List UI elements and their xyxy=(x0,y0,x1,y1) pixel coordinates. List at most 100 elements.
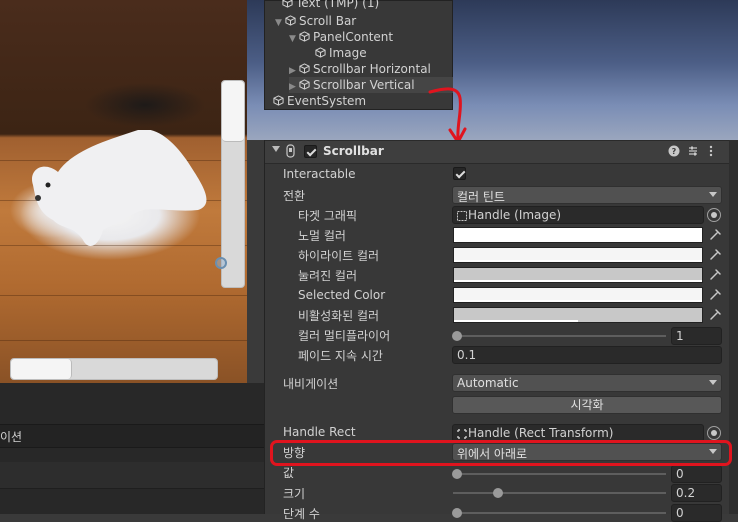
hierarchy-item-panelcontent[interactable]: ▼ PanelContent xyxy=(289,29,453,45)
hierarchy-item-label: Scrollbar Horizontal xyxy=(313,62,431,76)
scrollbar-component-icon xyxy=(286,144,295,158)
color-multiplier-input[interactable]: 1 xyxy=(671,327,722,345)
game-view xyxy=(0,0,247,383)
handle-rect-label: Handle Rect xyxy=(283,425,356,439)
value-value: 0 xyxy=(676,467,684,481)
transition-value: 컬러 틴트 xyxy=(457,190,505,204)
hierarchy-item-label: Text (TMP) (1) xyxy=(296,0,380,10)
target-graphic-field[interactable]: Handle (Image) xyxy=(452,206,704,224)
eyedropper-icon[interactable] xyxy=(708,228,722,242)
hierarchy-item-label: Scrollbar Vertical xyxy=(313,78,415,92)
left-panel-row xyxy=(0,462,264,489)
component-title: Scrollbar xyxy=(323,144,384,158)
expand-arrow-icon[interactable]: ▼ xyxy=(289,31,299,47)
hierarchy-item-image[interactable]: Image xyxy=(305,45,453,61)
eyedropper-icon[interactable] xyxy=(708,308,722,322)
handle-rect-value: Handle (Rect Transform) xyxy=(468,426,614,440)
object-picker-icon[interactable] xyxy=(707,208,721,222)
alpha-bar xyxy=(454,260,702,262)
rect-transform-icon xyxy=(457,429,467,439)
visualize-button[interactable]: 시각화 xyxy=(452,396,722,414)
fade-duration-label: 페이드 지속 시간 xyxy=(298,349,383,363)
pivot-gizmo-icon[interactable] xyxy=(215,257,227,269)
interactable-checkbox[interactable] xyxy=(453,167,466,180)
horizontal-scrollbar[interactable] xyxy=(10,358,218,380)
preset-icon[interactable] xyxy=(687,145,699,157)
left-panel-tab[interactable]: 이션 xyxy=(0,424,264,448)
value-input[interactable]: 0 xyxy=(671,465,722,483)
eyedropper-icon[interactable] xyxy=(708,268,722,282)
color-multiplier-slider-knob[interactable] xyxy=(452,331,462,341)
pressed-color-label: 눌려진 컬러 xyxy=(298,269,358,283)
color-multiplier-value: 1 xyxy=(676,329,684,343)
horizontal-scrollbar-handle[interactable] xyxy=(11,359,72,379)
transition-label: 전환 xyxy=(283,189,306,203)
vertical-scrollbar[interactable] xyxy=(221,80,245,288)
size-value: 0.2 xyxy=(676,486,696,500)
transition-dropdown[interactable]: 컬러 틴트 xyxy=(452,186,722,204)
hierarchy-item-label: EventSystem xyxy=(287,94,367,108)
image-icon xyxy=(457,211,467,221)
target-graphic-label: 타겟 그래픽 xyxy=(298,209,358,223)
size-input[interactable]: 0.2 xyxy=(671,484,722,502)
gameobject-cube-icon xyxy=(315,47,326,58)
floor-plank xyxy=(0,295,247,296)
navigation-value: Automatic xyxy=(457,376,519,390)
size-label: 크기 xyxy=(283,487,306,501)
fade-duration-input[interactable]: 0.1 xyxy=(452,346,722,364)
interactable-label: Interactable xyxy=(283,167,356,181)
svg-text:?: ? xyxy=(672,147,677,156)
hierarchy-item-label: Image xyxy=(329,46,367,60)
expand-arrow-icon[interactable]: ▼ xyxy=(275,15,285,31)
highlight-color-field[interactable] xyxy=(453,247,703,263)
hierarchy-item-scroll-bar[interactable]: ▼ Scroll Bar xyxy=(275,13,453,29)
hierarchy-item-text-tmp[interactable]: Text (TMP) (1) xyxy=(272,0,452,11)
normal-color-field[interactable] xyxy=(453,227,703,243)
chevron-down-icon xyxy=(709,380,717,385)
gameobject-cube-icon xyxy=(273,95,284,106)
object-picker-icon[interactable] xyxy=(707,426,721,440)
alpha-bar xyxy=(454,280,702,282)
annotation-highlight-box xyxy=(270,440,732,466)
value-slider-knob[interactable] xyxy=(452,469,462,479)
steps-value: 0 xyxy=(676,506,684,520)
help-icon[interactable]: ? xyxy=(668,145,680,157)
component-enabled-checkbox[interactable] xyxy=(304,145,317,158)
steps-input[interactable]: 0 xyxy=(671,504,722,522)
vertical-scrollbar-handle[interactable] xyxy=(222,81,244,142)
eyedropper-icon[interactable] xyxy=(708,248,722,262)
gameobject-cube-icon xyxy=(299,63,310,74)
alpha-bar xyxy=(454,300,702,302)
highlight-color-label: 하이라이트 컬러 xyxy=(298,249,380,263)
floor-plank xyxy=(0,340,247,341)
gameobject-cube-icon xyxy=(285,15,296,26)
selected-color-field[interactable] xyxy=(453,287,703,303)
navigation-dropdown[interactable]: Automatic xyxy=(452,374,722,392)
alpha-bar xyxy=(454,320,578,322)
value-label: 값 xyxy=(283,466,295,480)
target-graphic-value: Handle (Image) xyxy=(468,208,562,222)
fade-duration-value: 0.1 xyxy=(457,348,477,362)
hierarchy-item-label: Scroll Bar xyxy=(299,14,357,28)
disabled-color-field[interactable] xyxy=(453,307,703,323)
value-slider[interactable] xyxy=(453,473,666,475)
color-multiplier-slider[interactable] xyxy=(453,335,666,337)
chevron-down-icon xyxy=(709,192,717,197)
more-icon[interactable] xyxy=(708,145,714,157)
component-header[interactable]: Scrollbar ? xyxy=(265,140,738,164)
normal-color-label: 노멀 컬러 xyxy=(298,229,346,243)
color-multiplier-label: 컬러 멀티플라이어 xyxy=(298,329,391,343)
pressed-color-field[interactable] xyxy=(453,267,703,283)
gameobject-cube-icon xyxy=(282,0,293,8)
dog-image xyxy=(32,130,207,246)
left-bottom-panel xyxy=(0,383,264,514)
navigation-label: 내비게이션 xyxy=(283,377,339,391)
hierarchy-item-scrollbar-horizontal[interactable]: ▶ Scrollbar Horizontal xyxy=(289,61,453,77)
size-slider[interactable] xyxy=(453,492,666,494)
steps-slider-knob[interactable] xyxy=(452,508,462,518)
eyedropper-icon[interactable] xyxy=(708,288,722,302)
size-slider-knob[interactable] xyxy=(493,488,503,498)
collapse-arrow-icon[interactable] xyxy=(272,146,280,152)
selected-color-label: Selected Color xyxy=(298,288,386,302)
left-panel-tab-label: 이션 xyxy=(0,430,23,444)
